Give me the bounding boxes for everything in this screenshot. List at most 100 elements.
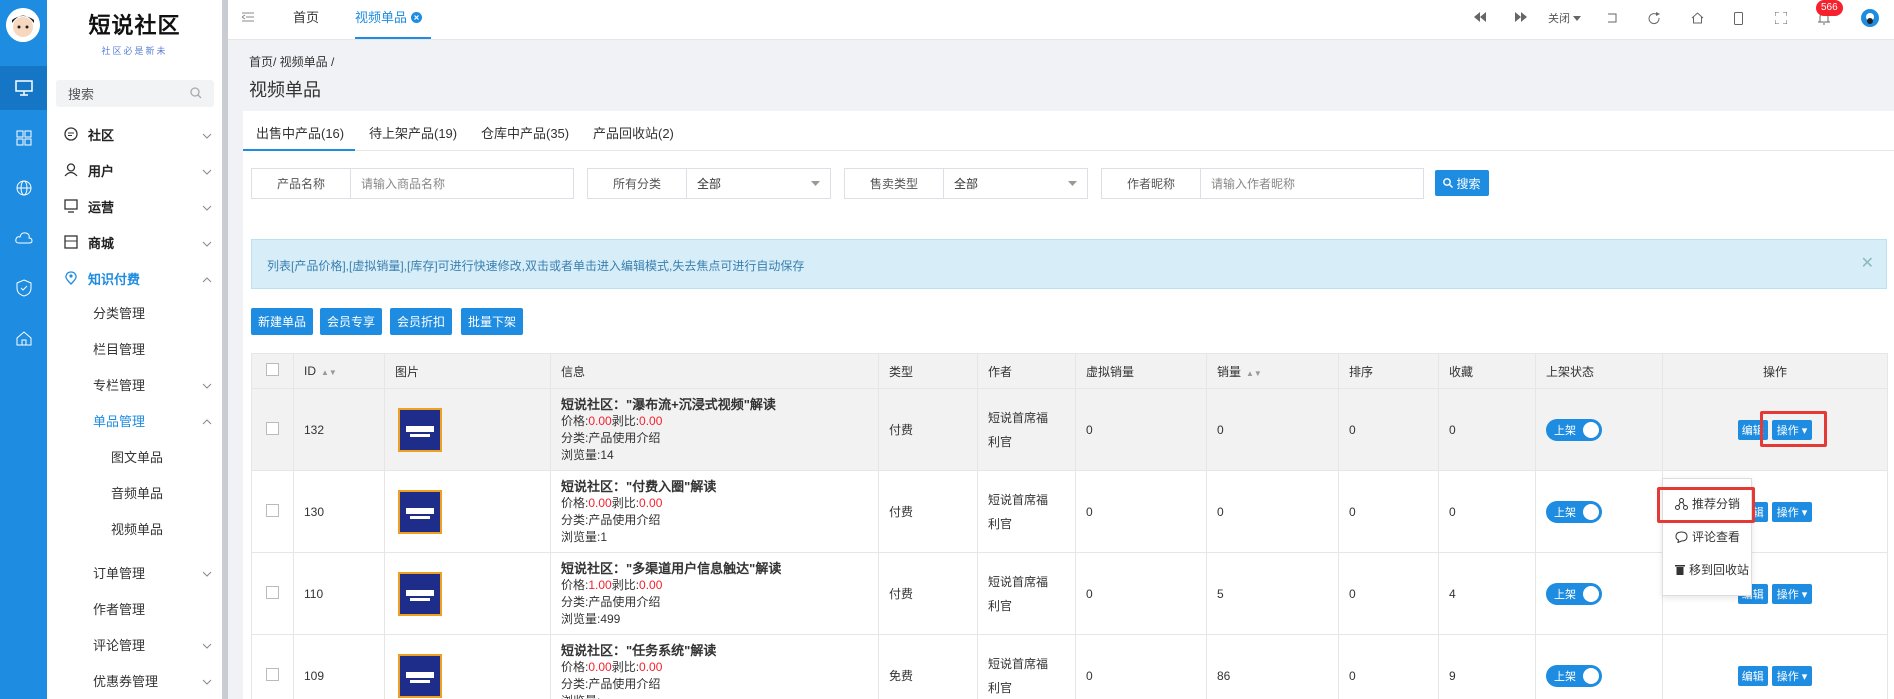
product-price[interactable]: 价格:0.00剥比:0.00: [561, 413, 878, 430]
home-cloud-icon[interactable]: [0, 316, 47, 360]
tab-video-single[interactable]: 视频单品: [355, 7, 422, 26]
tab-warehouse[interactable]: 仓库中产品(35): [481, 123, 569, 142]
product-price[interactable]: 价格:0.00剥比:0.00: [561, 495, 878, 512]
ops-dropdown-button[interactable]: 操作 ▾: [1771, 665, 1813, 686]
caret-down-icon: ▾: [1801, 670, 1808, 683]
sidebar-sub-graphic[interactable]: 图文单品: [47, 440, 222, 472]
scroll-left-icon[interactable]: [1474, 12, 1486, 22]
sidebar-item-users[interactable]: 用户: [47, 154, 222, 186]
sidebar-item-community[interactable]: 社区: [47, 118, 222, 150]
edit-button[interactable]: 编辑: [1737, 665, 1768, 686]
cell-virtual-sales[interactable]: 0: [1075, 634, 1207, 699]
header-author: 作者: [977, 353, 1076, 389]
status-toggle[interactable]: 上架: [1546, 500, 1602, 523]
row-checkbox[interactable]: [266, 667, 279, 681]
shield-icon[interactable]: [0, 266, 47, 310]
sidebar-sub-coupons[interactable]: 优惠券管理: [47, 664, 222, 696]
cell-sort[interactable]: 0: [1338, 388, 1439, 471]
sale-type-select[interactable]: 全部: [944, 169, 1087, 198]
close-tabs-dropdown[interactable]: 关闭: [1548, 10, 1581, 26]
sidebar-item-label: 运营: [88, 199, 115, 215]
grid-icon[interactable]: [0, 116, 47, 160]
row-checkbox[interactable]: [266, 421, 279, 435]
back-icon[interactable]: [1606, 12, 1618, 24]
cell-sort[interactable]: 0: [1338, 470, 1439, 553]
tab-pending[interactable]: 待上架产品(19): [369, 123, 457, 142]
sidebar-sub-comments[interactable]: 评论管理: [47, 628, 222, 660]
sort-icon[interactable]: ▲▼: [321, 368, 337, 377]
search-button[interactable]: 搜索: [1435, 170, 1489, 196]
sidebar-sub-authors[interactable]: 作者管理: [47, 592, 222, 624]
product-thumbnail[interactable]: [398, 653, 442, 698]
sidebar-sub-special[interactable]: 专栏管理: [47, 368, 222, 400]
ops-dropdown-button[interactable]: 操作 ▾: [1771, 501, 1813, 522]
tab-recycle[interactable]: 产品回收站(2): [593, 123, 674, 142]
row-checkbox[interactable]: [266, 503, 279, 517]
author-input[interactable]: 请输入作者昵称: [1201, 169, 1295, 198]
sidebar-sub-category[interactable]: 分类管理: [47, 296, 222, 328]
sidebar-scrollbar[interactable]: [222, 0, 228, 699]
member-only-button[interactable]: 会员专享: [320, 308, 382, 335]
sort-icon[interactable]: ▲▼: [1246, 369, 1262, 378]
collapse-menu-icon[interactable]: [242, 12, 254, 22]
product-name-input[interactable]: 请输入商品名称: [351, 169, 445, 198]
fullscreen-icon[interactable]: [1775, 12, 1787, 24]
filter-label: 售卖类型: [845, 169, 944, 198]
avatar[interactable]: [6, 8, 40, 42]
sidebar-sub-orders[interactable]: 订单管理: [47, 556, 222, 588]
tab-home[interactable]: 首页: [293, 7, 319, 26]
sidebar-sub-label: 分类管理: [93, 305, 146, 321]
product-thumbnail[interactable]: [398, 571, 442, 616]
batch-off-shelf-button[interactable]: 批量下架: [461, 308, 523, 335]
product-price[interactable]: 价格:0.00剥比:0.00: [561, 659, 878, 676]
notification-badge: 566: [1816, 0, 1843, 16]
user-avatar-icon[interactable]: [1861, 9, 1879, 27]
desktop-icon[interactable]: [0, 66, 47, 110]
select-all-checkbox[interactable]: [266, 363, 279, 376]
price-value: 1.00: [588, 577, 612, 592]
globe-icon[interactable]: [0, 166, 47, 210]
sidebar-sub-audio[interactable]: 音频单品: [47, 476, 222, 508]
header-sort: 排序: [1338, 353, 1439, 389]
sidebar-sub-column[interactable]: 栏目管理: [47, 332, 222, 364]
product-thumbnail[interactable]: [398, 407, 442, 452]
sidebar-item-knowledge[interactable]: 知识付费: [47, 262, 222, 294]
sidebar-search-input[interactable]: 搜索: [56, 80, 214, 107]
scroll-right-icon[interactable]: [1515, 12, 1527, 22]
ops-dropdown-button[interactable]: 操作 ▾: [1771, 583, 1813, 604]
status-toggle[interactable]: 上架: [1546, 582, 1602, 605]
tab-on-sale[interactable]: 出售中产品(16): [256, 123, 344, 142]
member-discount-button[interactable]: 会员折扣: [390, 308, 452, 335]
sidebar-sub-single[interactable]: 单品管理: [47, 404, 222, 436]
menu-item-recycle[interactable]: 移到回收站: [1675, 561, 1749, 578]
ratio-label: 剥比:: [611, 659, 640, 674]
new-item-button[interactable]: 新建单品: [251, 308, 313, 335]
search-placeholder: 搜索: [68, 87, 95, 102]
menu-item-comments[interactable]: 评论查看: [1675, 528, 1740, 545]
cell-virtual-sales[interactable]: 0: [1075, 470, 1207, 553]
close-icon[interactable]: ✕: [1861, 253, 1874, 273]
cell-virtual-sales[interactable]: 0: [1075, 552, 1207, 635]
refresh-icon[interactable]: [1648, 12, 1661, 25]
close-tab-icon[interactable]: [410, 10, 422, 25]
header-sales[interactable]: 销量 ▲▼: [1206, 353, 1339, 389]
status-toggle[interactable]: 上架: [1546, 664, 1602, 687]
cell-virtual-sales[interactable]: 0: [1075, 388, 1207, 471]
sidebar-item-mall[interactable]: 商城: [47, 226, 222, 258]
product-thumbnail[interactable]: [398, 489, 442, 534]
cell-sort[interactable]: 0: [1338, 552, 1439, 635]
header-checkbox[interactable]: [251, 353, 294, 389]
row-checkbox[interactable]: [266, 585, 279, 599]
cell-actions: 编辑 操作 ▾: [1662, 634, 1888, 699]
home-icon[interactable]: [1691, 12, 1704, 24]
sidebar-item-operations[interactable]: 运营: [47, 190, 222, 222]
sidebar-sub-video[interactable]: 视频单品: [47, 512, 222, 544]
status-toggle[interactable]: 上架: [1546, 418, 1602, 441]
cloud-icon[interactable]: [0, 216, 47, 260]
cell-sort[interactable]: 0: [1338, 634, 1439, 699]
category-select[interactable]: 全部: [687, 169, 830, 198]
header-label: 销量: [1217, 364, 1242, 379]
header-id[interactable]: ID ▲▼: [293, 353, 385, 389]
mobile-icon[interactable]: [1734, 12, 1743, 25]
product-price[interactable]: 价格:1.00剥比:0.00: [561, 577, 878, 594]
